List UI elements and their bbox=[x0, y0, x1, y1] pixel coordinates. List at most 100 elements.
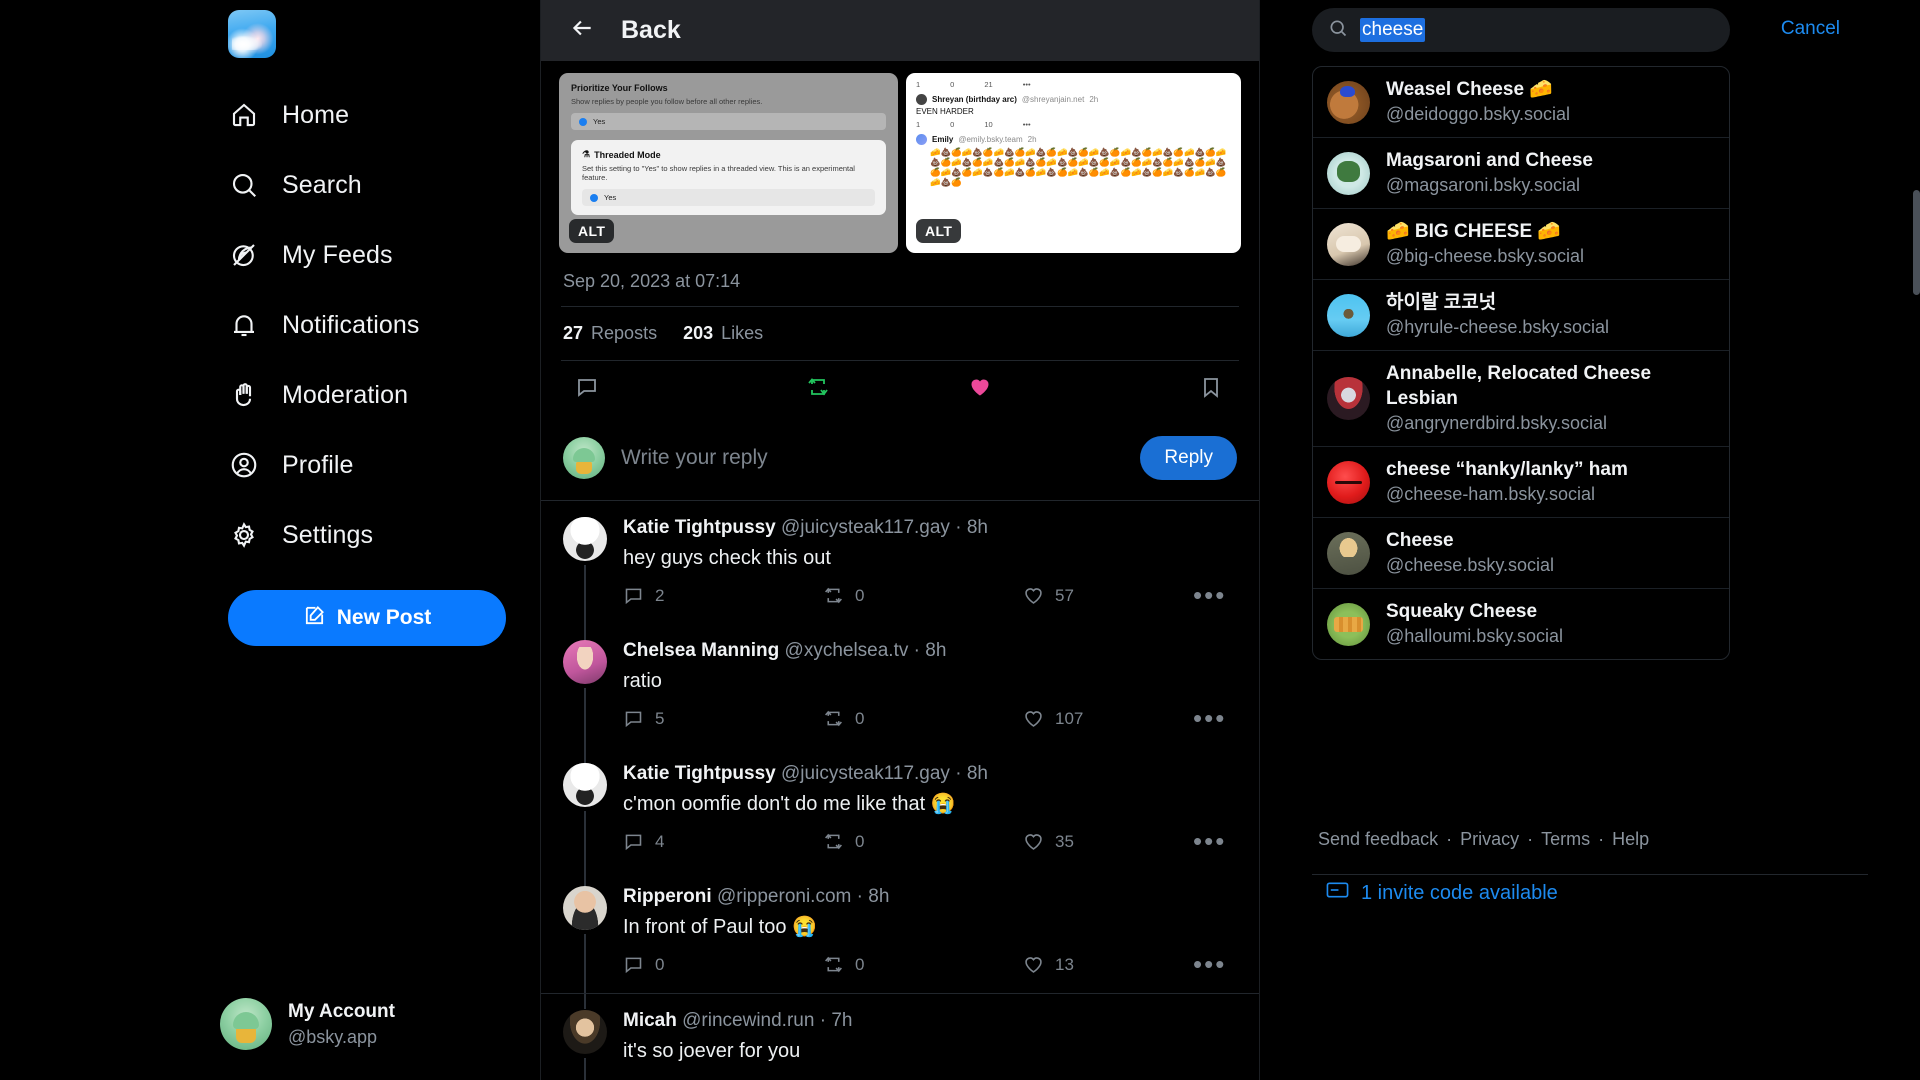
repost-count: 0 bbox=[950, 120, 955, 129]
send-feedback-link[interactable]: Send feedback bbox=[1318, 829, 1438, 850]
invite-codes-button[interactable]: 1 invite code available bbox=[1326, 881, 1558, 905]
reply-item[interactable]: Chelsea Manning @xychelsea.tv · 8h ratio… bbox=[541, 624, 1259, 763]
reply-item[interactable]: Ripperoni @ripperoni.com · 8h In front o… bbox=[541, 870, 1259, 1009]
reply-author-name[interactable]: Micah bbox=[623, 1010, 677, 1031]
search-results-list: Weasel Cheese 🧀 @deidoggo.bsky.social Ma… bbox=[1312, 66, 1730, 661]
more-options-icon[interactable]: ••• bbox=[1193, 582, 1242, 607]
repost-action[interactable]: 0 bbox=[823, 831, 1023, 852]
reply-author-handle[interactable]: @ripperoni.com bbox=[717, 886, 851, 907]
like-count: 21 bbox=[984, 80, 993, 89]
like-count-value[interactable]: 203 bbox=[683, 323, 713, 344]
like-action[interactable]: 57 bbox=[1023, 585, 1193, 606]
avatar[interactable] bbox=[563, 763, 607, 807]
search-result-item[interactable]: 하이랄 코코넛 @hyrule-cheese.bsky.social bbox=[1313, 280, 1729, 352]
result-display-name: 하이랄 코코넛 bbox=[1386, 292, 1497, 314]
reply-action[interactable]: 4 bbox=[623, 831, 823, 852]
sidebar-item-profile[interactable]: Profile bbox=[228, 430, 540, 500]
sidebar-item-search[interactable]: Search bbox=[228, 150, 540, 220]
search-result-item[interactable]: Cheese @cheese.bsky.social bbox=[1313, 518, 1729, 590]
reply-item[interactable]: Katie Tightpussy @juicysteak117.gay · 8h… bbox=[541, 747, 1259, 886]
reply-timestamp: 8h bbox=[966, 763, 988, 784]
privacy-link[interactable]: Privacy bbox=[1460, 829, 1519, 850]
reply-author-name[interactable]: Chelsea Manning bbox=[623, 640, 779, 661]
comment-icon bbox=[625, 588, 642, 605]
reply-action[interactable]: 2 bbox=[623, 585, 823, 606]
post-action-bar bbox=[541, 361, 1259, 420]
arrow-left-icon[interactable] bbox=[569, 15, 595, 46]
like-action[interactable]: 13 bbox=[1023, 954, 1193, 975]
reply-author-name[interactable]: Ripperoni bbox=[623, 886, 712, 907]
bookmark-action[interactable] bbox=[1061, 375, 1239, 404]
post-image-1[interactable]: Prioritize Your Follows Show replies by … bbox=[559, 73, 898, 253]
repost-action[interactable]: 0 bbox=[823, 708, 1023, 729]
person-icon bbox=[228, 449, 260, 481]
avatar[interactable] bbox=[563, 886, 607, 930]
alt-badge[interactable]: ALT bbox=[916, 219, 962, 243]
reply-author-handle[interactable]: @xychelsea.tv bbox=[785, 640, 909, 661]
reply-count: 5 bbox=[655, 708, 665, 728]
post-image-2[interactable]: 1 0 21 ••• Shreyan (birthday arc) @shrey… bbox=[906, 73, 1241, 253]
embed-option-row: Yes bbox=[582, 189, 875, 206]
reply-input[interactable]: Write your reply bbox=[621, 446, 1124, 470]
search-input[interactable]: cheese bbox=[1360, 18, 1426, 42]
reply-author-name[interactable]: Katie Tightpussy bbox=[623, 763, 776, 784]
reply-item[interactable]: Katie Tightpussy @juicysteak117.gay · 8h… bbox=[541, 501, 1259, 640]
avatar[interactable] bbox=[563, 640, 607, 684]
repost-count-label[interactable]: Reposts bbox=[591, 323, 657, 344]
reply-item[interactable]: Micah @rincewind.run · 7h it's so joever… bbox=[541, 993, 1259, 1080]
help-link[interactable]: Help bbox=[1612, 829, 1649, 850]
repost-count: 0 bbox=[950, 80, 955, 89]
reply-author-handle[interactable]: @juicysteak117.gay bbox=[781, 763, 950, 784]
avatar[interactable] bbox=[563, 517, 607, 561]
page-title: Back bbox=[621, 16, 681, 44]
like-count-label[interactable]: Likes bbox=[721, 323, 763, 344]
avatar bbox=[1327, 377, 1370, 421]
reply-action[interactable]: 0 bbox=[623, 954, 823, 975]
sidebar-item-notifications[interactable]: Notifications bbox=[228, 290, 540, 360]
reply-action[interactable] bbox=[561, 375, 737, 404]
like-action[interactable] bbox=[899, 375, 1061, 404]
repost-count-value[interactable]: 27 bbox=[563, 323, 583, 344]
new-post-button[interactable]: New Post bbox=[228, 590, 506, 646]
sidebar-item-home[interactable]: Home bbox=[228, 80, 540, 150]
avatar[interactable] bbox=[563, 1010, 607, 1054]
more-icon: ••• bbox=[1022, 120, 1031, 129]
like-action[interactable]: 35 bbox=[1023, 831, 1193, 852]
post-thread-column: Back Prioritize Your Follows Show replie… bbox=[540, 0, 1260, 1080]
search-result-item[interactable]: 🧀 BIG CHEESE 🧀 @big-cheese.bsky.social bbox=[1313, 209, 1729, 281]
account-switcher[interactable]: My Account @bsky.app bbox=[220, 998, 395, 1050]
search-result-item[interactable]: Annabelle, Relocated Cheese Lesbian @ang… bbox=[1313, 351, 1729, 448]
search-result-item[interactable]: Weasel Cheese 🧀 @deidoggo.bsky.social bbox=[1313, 67, 1729, 139]
reply-author-handle[interactable]: @juicysteak117.gay bbox=[781, 517, 950, 538]
search-result-item[interactable]: Magsaroni and Cheese @magsaroni.bsky.soc… bbox=[1313, 138, 1729, 210]
reply-action[interactable]: 5 bbox=[623, 708, 823, 729]
result-handle: @magsaroni.bsky.social bbox=[1386, 174, 1581, 195]
footer-separator: · bbox=[1598, 829, 1605, 849]
like-action[interactable]: 107 bbox=[1023, 708, 1193, 729]
repost-action[interactable]: 0 bbox=[823, 954, 1023, 975]
more-options-icon[interactable]: ••• bbox=[1193, 828, 1242, 853]
search-result-item[interactable]: cheese “hanky/lanky” ham @cheese-ham.bsk… bbox=[1313, 447, 1729, 519]
search-field[interactable]: cheese Cancel bbox=[1312, 8, 1840, 52]
cancel-button[interactable]: Cancel bbox=[1781, 18, 1840, 40]
reply-author-handle[interactable]: @rincewind.run bbox=[682, 1010, 814, 1031]
reply-author-name[interactable]: Katie Tightpussy bbox=[623, 517, 776, 538]
search-panel: cheese Cancel Weasel Cheese 🧀 @deidoggo.… bbox=[1260, 0, 1920, 1080]
bluesky-logo[interactable] bbox=[228, 10, 276, 58]
reply-button[interactable]: Reply bbox=[1140, 436, 1237, 480]
repost-action[interactable]: 0 bbox=[823, 585, 1023, 606]
avatar bbox=[916, 134, 927, 145]
more-options-icon[interactable]: ••• bbox=[1193, 951, 1242, 976]
alt-badge[interactable]: ALT bbox=[569, 219, 615, 243]
repost-action[interactable] bbox=[737, 375, 899, 404]
sidebar-item-settings[interactable]: Settings bbox=[228, 500, 540, 570]
post-image-gallery: Prioritize Your Follows Show replies by … bbox=[541, 61, 1259, 253]
search-result-item[interactable]: Squeaky Cheese @halloumi.bsky.social bbox=[1313, 589, 1729, 659]
scrollbar-thumb[interactable] bbox=[1913, 190, 1920, 295]
more-options-icon[interactable]: ••• bbox=[1193, 705, 1242, 730]
sidebar-item-moderation[interactable]: Moderation bbox=[228, 360, 540, 430]
sidebar-item-my-feeds[interactable]: My Feeds bbox=[228, 220, 540, 290]
terms-link[interactable]: Terms bbox=[1541, 829, 1590, 850]
avatar bbox=[1327, 460, 1370, 504]
heart-icon bbox=[968, 375, 992, 404]
